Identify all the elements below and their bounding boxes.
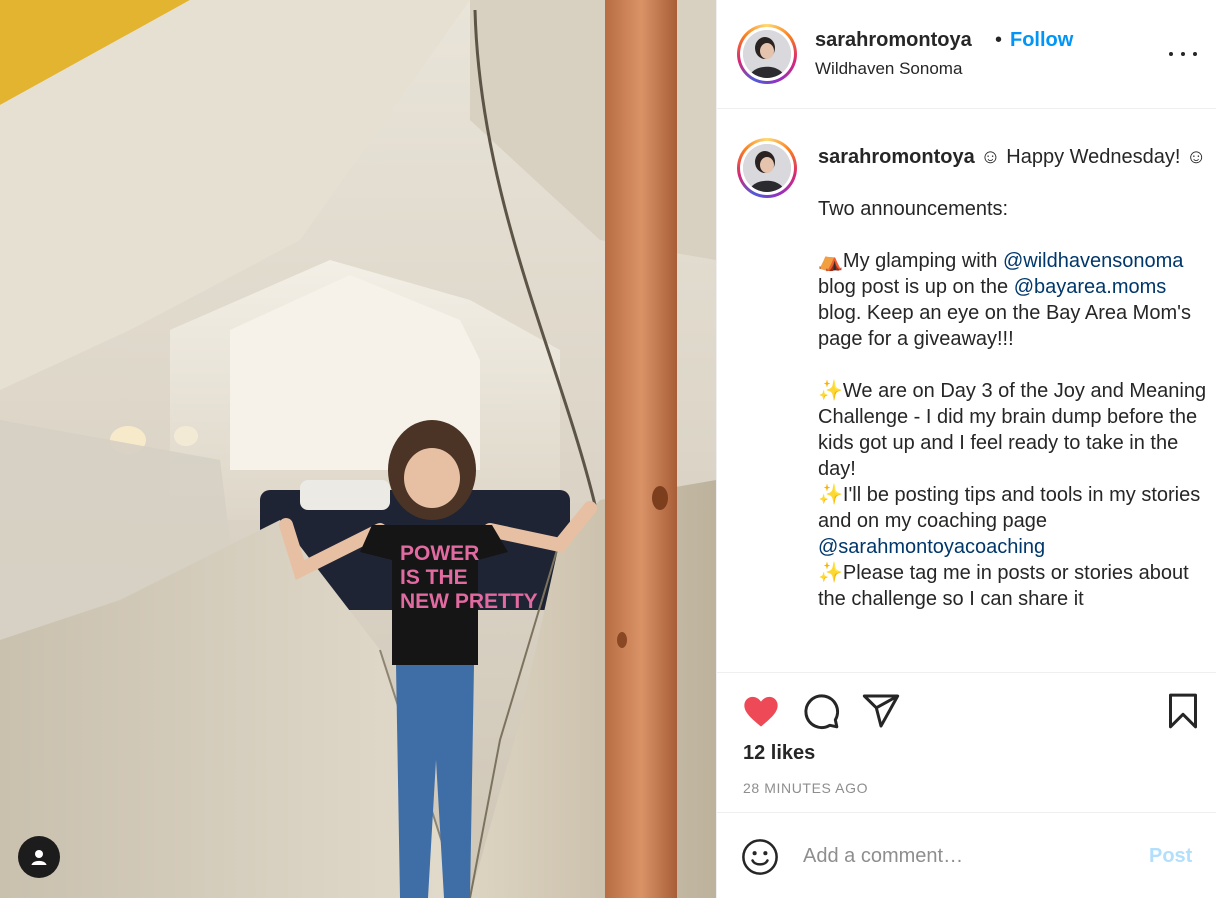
caption-greeting: ☺ Happy Wednesday! ☺	[974, 146, 1207, 168]
comments-area[interactable]: sarahromontoya ☺ Happy Wednesday! ☺ Two …	[717, 110, 1216, 672]
bookmark-icon[interactable]	[1163, 691, 1203, 731]
svg-text:POWER: POWER	[400, 542, 479, 565]
post-timestamp[interactable]: 28 MINUTES AGO	[743, 780, 868, 796]
person-icon	[31, 850, 47, 865]
caption-text: blog post is up on the	[818, 276, 1014, 298]
caption-text: blog. Keep an eye on the Bay Area Mom's …	[818, 302, 1191, 350]
post-header: sarahromontoya • Follow Wildhaven Sonoma	[717, 0, 1216, 109]
profile-photo	[743, 144, 791, 192]
mention-link[interactable]: @bayarea.moms	[1014, 276, 1167, 298]
emoji-icon[interactable]	[741, 838, 779, 876]
comment-input[interactable]	[803, 839, 1133, 873]
caption-text: ✨We are on Day 3 of the Joy and Meaning …	[818, 380, 1207, 480]
caption-announcements: Two announcements:	[818, 198, 1009, 220]
tagged-users-button[interactable]	[18, 836, 60, 878]
caption-author-avatar[interactable]	[737, 138, 797, 198]
likes-count[interactable]: 12 likes	[743, 742, 815, 765]
share-icon[interactable]	[861, 691, 901, 731]
post-actions: 12 likes 28 MINUTES AGO	[717, 672, 1216, 812]
mention-link[interactable]: @sarahmontoyacoaching	[818, 536, 1045, 558]
post-caption: sarahromontoya ☺ Happy Wednesday! ☺ Two …	[818, 144, 1208, 612]
add-comment-bar: Post	[717, 812, 1216, 898]
mention-link[interactable]: @wildhavensonoma	[1003, 250, 1183, 272]
heart-icon[interactable]	[741, 691, 781, 731]
more-options-icon[interactable]	[1169, 44, 1197, 64]
author-username[interactable]: sarahromontoya	[815, 29, 972, 52]
caption-username[interactable]: sarahromontoya	[818, 146, 975, 168]
svg-text:IS THE: IS THE	[400, 566, 468, 589]
svg-text:NEW PRETTY: NEW PRETTY	[400, 590, 538, 613]
profile-photo	[743, 30, 791, 78]
author-avatar[interactable]	[737, 24, 797, 84]
post-location[interactable]: Wildhaven Sonoma	[815, 59, 962, 79]
caption-text: ✨I'll be posting tips and tools in my st…	[818, 484, 1201, 532]
post-comment-button[interactable]: Post	[1149, 845, 1192, 868]
caption-text: ✨Please tag me in posts or stories about…	[818, 562, 1189, 610]
post-details-panel: sarahromontoya • Follow Wildhaven Sonoma…	[716, 0, 1216, 898]
separator-dot: •	[995, 29, 1003, 51]
caption-text: ⛺My glamping with	[818, 250, 1003, 272]
post-photo[interactable]: POWER IS THE NEW PRETTY	[0, 0, 716, 898]
comment-icon[interactable]	[801, 691, 841, 731]
follow-button[interactable]: Follow	[1010, 29, 1073, 52]
